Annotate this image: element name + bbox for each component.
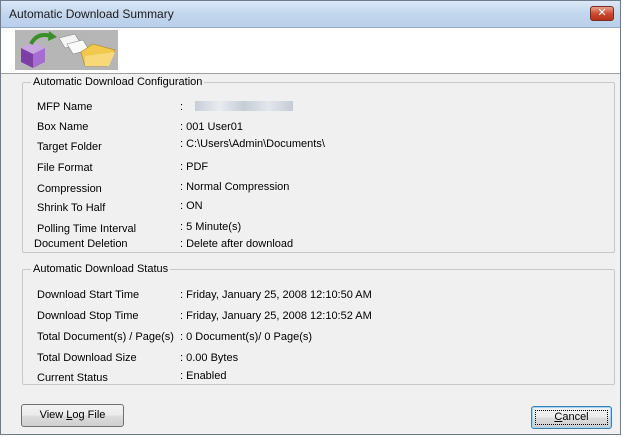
configuration-legend: Automatic Download Configuration bbox=[33, 76, 203, 88]
polling-interval-value: : 5 Minute(s) bbox=[180, 221, 242, 233]
close-button[interactable]: ✕ bbox=[590, 6, 614, 21]
current-status-label: Current Status bbox=[37, 372, 108, 384]
cancel-button[interactable]: Cancel bbox=[531, 406, 612, 429]
compression-value: : Normal Compression bbox=[180, 181, 290, 193]
compression-label: Compression bbox=[37, 183, 102, 195]
title-bar[interactable]: Automatic Download Summary ✕ bbox=[1, 1, 620, 28]
status-group: Automatic Download Status Download Start… bbox=[22, 263, 615, 385]
total-documents-label: Total Document(s) / Page(s) bbox=[37, 331, 174, 343]
view-log-label-suffix: og File bbox=[72, 409, 106, 421]
polling-interval-label: Polling Time Interval bbox=[37, 223, 137, 235]
document-deletion-value: : Delete after download bbox=[180, 238, 294, 250]
total-documents-value: : 0 Document(s)/ 0 Page(s) bbox=[180, 331, 313, 343]
mfp-name-value: : bbox=[180, 101, 184, 113]
window-title: Automatic Download Summary bbox=[9, 7, 174, 21]
box-name-value: : 001 User01 bbox=[180, 121, 243, 133]
shrink-to-half-value: : ON bbox=[180, 200, 203, 212]
configuration-group: Automatic Download Configuration MFP Nam… bbox=[22, 76, 615, 253]
document-transfer-icon bbox=[15, 30, 118, 70]
current-status-value: : Enabled bbox=[180, 370, 227, 382]
status-legend: Automatic Download Status bbox=[33, 263, 169, 275]
focus-rectangle bbox=[535, 410, 608, 425]
mfp-name-label: MFP Name bbox=[37, 101, 93, 113]
header-banner bbox=[1, 28, 620, 74]
total-size-label: Total Download Size bbox=[37, 352, 137, 364]
mfp-name-redacted bbox=[195, 101, 293, 111]
target-folder-value: : C:\Users\Admin\Documents\ bbox=[180, 138, 325, 150]
close-icon: ✕ bbox=[597, 7, 607, 19]
download-start-label: Download Start Time bbox=[37, 289, 140, 301]
box-name-label: Box Name bbox=[37, 121, 89, 133]
file-format-value: : PDF bbox=[180, 161, 209, 173]
total-size-value: : 0.00 Bytes bbox=[180, 352, 239, 364]
target-folder-label: Target Folder bbox=[37, 141, 102, 153]
file-format-label: File Format bbox=[37, 162, 93, 174]
view-log-label-prefix: View bbox=[39, 409, 67, 421]
download-start-value: : Friday, January 25, 2008 12:10:50 AM bbox=[180, 289, 372, 301]
shrink-to-half-label: Shrink To Half bbox=[37, 202, 106, 214]
dialog-window: Automatic Download Summary ✕ Automatic D… bbox=[0, 0, 621, 435]
view-log-file-button[interactable]: View Log File bbox=[21, 404, 124, 427]
document-deletion-label: Document Deletion bbox=[34, 238, 128, 250]
download-stop-label: Download Stop Time bbox=[37, 310, 139, 322]
download-stop-value: : Friday, January 25, 2008 12:10:52 AM bbox=[180, 310, 372, 322]
